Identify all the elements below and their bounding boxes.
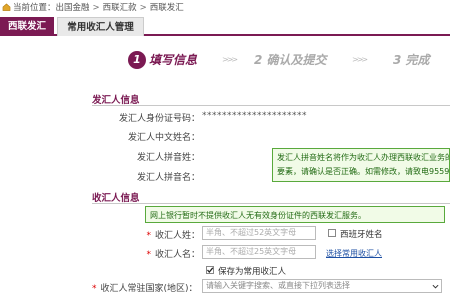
tab-bar: 西联发汇 常用收汇人管理 (0, 17, 450, 36)
sender-id-label: 发汇人身份证号码： (118, 114, 200, 124)
spanish-name-checkbox[interactable] (328, 229, 336, 237)
select-placeholder: 请输入关键字搜索、或直接下拉列表选择 (206, 281, 350, 290)
step-label: 完成 (405, 53, 430, 67)
sender-chinese-name-label: 发汇人中文姓名： (127, 133, 200, 143)
receiver-notice: 网上银行暂时不提供收汇人无有效身份证件的西联发汇服务。 (145, 206, 445, 223)
receiver-last-name-input[interactable]: 半角、不超过52英文字母 (202, 226, 316, 240)
receiver-first-name-label: * 收汇人名： (130, 247, 200, 260)
sender-pinyin-first-label: 发汇人拼音名： (136, 173, 200, 183)
chevron-right-icon: >>> (352, 55, 368, 64)
choose-receiver-link[interactable]: 选择常用收汇人 (326, 248, 382, 259)
step-indicator: 1 填写信息 >>> 2 确认及提交 >>> 3 完成 (0, 46, 450, 74)
tip-line: 发汇人拼音姓名将作为收汇人办理西联收汇业务的 (277, 153, 450, 162)
sender-section-title: 发汇人信息 (92, 95, 140, 106)
step-label: 确认及提交 (266, 53, 327, 67)
breadcrumb-item-overseas[interactable]: 出国金融 (56, 3, 90, 13)
receiver-first-name-input[interactable]: 半角、不超过25英文字母 (202, 245, 316, 259)
spanish-name-label: 西班牙姓名 (340, 230, 383, 240)
step-number: 2 (254, 53, 263, 67)
divider (92, 203, 450, 204)
breadcrumb-separator: > (92, 3, 100, 13)
tab-manage-receivers[interactable]: 常用收汇人管理 (57, 17, 144, 36)
sender-id-value: ********************* (202, 111, 307, 121)
step-number: 3 (393, 53, 402, 67)
breadcrumb-separator: > (139, 3, 147, 13)
receiver-last-name-label: * 收汇人姓： (130, 228, 200, 241)
step-number: 1 (128, 51, 146, 69)
save-receiver-label: 保存为常用收汇人 (218, 267, 287, 277)
breadcrumb-item-send[interactable]: 西联发汇 (150, 3, 184, 13)
required-mark: * (92, 284, 97, 294)
step-label: 填写信息 (149, 53, 198, 67)
sender-pinyin-last-label: 发汇人拼音姓： (136, 153, 200, 163)
receiver-country-label: * 收汇人常驻国家(地区)： (92, 281, 200, 294)
receiver-country-select[interactable]: 请输入关键字搜索、或直接下拉列表选择 (202, 279, 442, 293)
tip-line: 要素，请确认是否正确。如需修改，请致电95595或 (277, 167, 450, 176)
checkmark-icon (207, 267, 214, 273)
divider (92, 105, 450, 106)
step-complete: 3 完成 (393, 46, 430, 74)
label-text: 收汇人常驻国家(地区)： (100, 284, 198, 294)
chevron-right-icon: >>> (222, 55, 238, 64)
step-confirm: 2 确认及提交 (254, 46, 327, 74)
breadcrumb-prefix: 当前位置： (13, 3, 56, 13)
breadcrumb-item-western-union[interactable]: 西联汇款 (103, 3, 137, 13)
chevron-down-icon (432, 284, 439, 289)
required-mark: * (146, 250, 151, 260)
label-text: 收汇人名： (154, 250, 200, 260)
label-text: 收汇人姓： (154, 231, 200, 241)
sender-name-tip: 发汇人拼音姓名将作为收汇人办理西联收汇业务的 要素，请确认是否正确。如需修改，请… (272, 148, 450, 182)
tab-send-remittance[interactable]: 西联发汇 (0, 17, 54, 36)
step-fill-info: 1 填写信息 (128, 46, 197, 74)
save-receiver-checkbox[interactable] (206, 266, 214, 274)
required-mark: * (146, 231, 151, 241)
receiver-section-title: 收汇人信息 (92, 193, 140, 204)
breadcrumb: 当前位置：出国金融 > 西联汇款 > 西联发汇 (0, 0, 450, 16)
home-icon (2, 3, 11, 11)
